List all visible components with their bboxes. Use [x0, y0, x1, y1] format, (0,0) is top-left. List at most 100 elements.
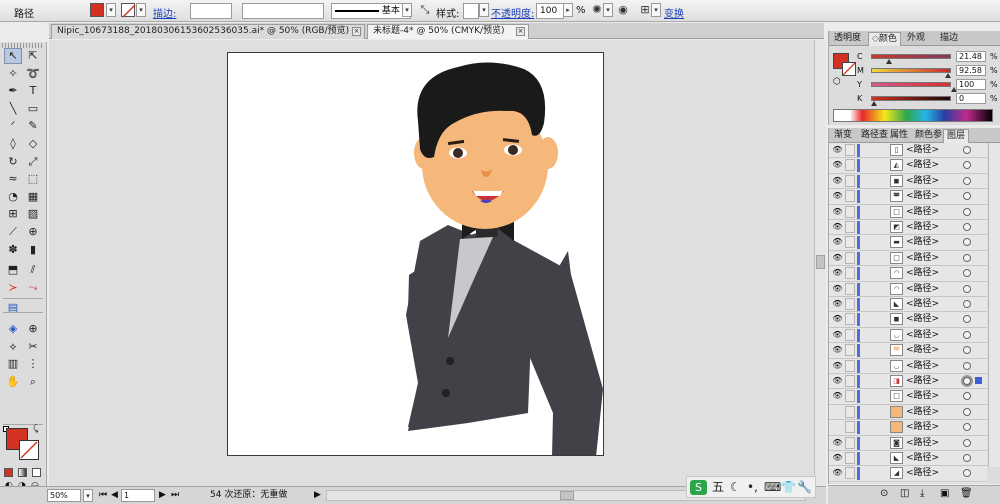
- lock-toggle[interactable]: [845, 144, 855, 156]
- paintbrush-tool[interactable]: ᐟ: [4, 118, 22, 134]
- last-artboard-icon[interactable]: ⏭: [171, 490, 179, 501]
- hand-tool[interactable]: ✋: [4, 374, 22, 390]
- brush-definition-field[interactable]: 基本: [331, 3, 411, 19]
- tab-layers[interactable]: 图层: [943, 129, 970, 143]
- recolor-dropdown[interactable]: ▾: [603, 3, 613, 17]
- blend-tool[interactable]: ⊕: [24, 224, 42, 240]
- target-circle-icon[interactable]: [963, 176, 971, 185]
- doc-tab-2[interactable]: 未标题-4* @ 50% (CMYK/预览) ×: [367, 24, 529, 39]
- gradient-tool[interactable]: ▨: [24, 206, 42, 222]
- lock-toggle[interactable]: [845, 390, 855, 403]
- layer-name[interactable]: <路径>: [906, 190, 939, 203]
- yellow-slider[interactable]: [871, 82, 951, 87]
- selection-tool[interactable]: ↖: [4, 48, 22, 64]
- tab-color-guide[interactable]: 颜色参: [912, 129, 945, 143]
- canvas-vertical-scrollbar[interactable]: [814, 40, 826, 486]
- ime-mode-label[interactable]: 五: [712, 480, 724, 495]
- zoom-dropdown[interactable]: ▾: [83, 489, 93, 502]
- magenta-slider[interactable]: [871, 68, 951, 73]
- layer-name[interactable]: <路径>: [906, 236, 939, 249]
- lock-toggle[interactable]: [845, 236, 855, 249]
- layer-name[interactable]: <路径>: [906, 390, 939, 403]
- layer-name[interactable]: <路径>: [906, 252, 939, 265]
- target-circle-icon[interactable]: [963, 192, 971, 201]
- visibility-eye-icon[interactable]: 👁: [832, 376, 843, 386]
- layer-row[interactable]: 👁 ◡ <路径>: [829, 359, 987, 374]
- make-clipping-mask-icon[interactable]: ◫: [900, 488, 909, 499]
- variable-width-profile[interactable]: [242, 3, 324, 19]
- tab-color[interactable]: ◇颜色: [868, 32, 901, 46]
- shape-builder-tool[interactable]: ◔: [4, 189, 22, 205]
- slider-thumb[interactable]: [871, 101, 877, 106]
- magic-wand-tool[interactable]: ✧: [4, 66, 22, 82]
- delete-layer-icon[interactable]: 🗑: [960, 488, 973, 499]
- free-transform-tool[interactable]: ⬚: [24, 171, 42, 187]
- color-mode-button[interactable]: [4, 468, 13, 477]
- target-circle-icon[interactable]: [963, 407, 971, 416]
- layer-name[interactable]: <路径>: [906, 360, 939, 373]
- opacity-panel-link[interactable]: 不透明度:: [491, 5, 534, 21]
- target-circle-icon[interactable]: [963, 238, 971, 247]
- layer-row[interactable]: 👁 □ <路径>: [829, 251, 987, 267]
- layer-row[interactable]: 👁 ◣ <路径>: [829, 451, 987, 467]
- fill-swatch[interactable]: [90, 3, 104, 17]
- rectangle-tool[interactable]: ▭: [24, 101, 42, 117]
- layer-row[interactable]: 👁 ◠ <路径>: [829, 282, 987, 297]
- layer-row[interactable]: 👁 ◚ <路径>: [829, 189, 987, 205]
- slider-thumb[interactable]: [886, 59, 892, 64]
- layer-name[interactable]: <路径>: [906, 206, 939, 219]
- visibility-eye-icon[interactable]: 👁: [832, 160, 843, 170]
- scale-tool[interactable]: ⤢: [24, 154, 42, 170]
- black-value[interactable]: 0: [956, 93, 986, 104]
- flip-icon[interactable]: ⤡: [418, 3, 432, 17]
- new-sublayer-icon[interactable]: ⤓: [920, 488, 924, 499]
- lock-toggle[interactable]: [845, 282, 855, 295]
- canvas-area[interactable]: [49, 40, 814, 486]
- swap-colors-icon[interactable]: ⤹: [33, 424, 38, 434]
- type-tool[interactable]: T: [24, 83, 42, 99]
- black-slider[interactable]: [871, 96, 951, 101]
- opacity-dropdown[interactable]: ▸: [563, 3, 573, 17]
- align-panel-icon[interactable]: ⊞: [638, 3, 652, 17]
- rotate-tool[interactable]: ↻: [4, 154, 22, 170]
- cyan-value[interactable]: 21.48: [956, 51, 986, 62]
- artboard[interactable]: [227, 52, 604, 456]
- eyedropper-tool[interactable]: ⟋: [4, 224, 22, 240]
- wrench-icon[interactable]: 🔧: [797, 480, 812, 495]
- lock-toggle[interactable]: [845, 298, 855, 310]
- warp-tool[interactable]: ≈: [4, 171, 22, 187]
- layer-name[interactable]: <路径>: [906, 344, 939, 357]
- target-circle-icon[interactable]: [963, 146, 971, 154]
- chart-tool[interactable]: ▥: [4, 356, 22, 372]
- layer-row[interactable]: 👁 ◨ <路径>: [829, 374, 987, 390]
- lock-toggle[interactable]: [845, 313, 855, 326]
- target-circle-icon[interactable]: [963, 423, 971, 432]
- target-circle-icon[interactable]: [963, 392, 971, 401]
- lock-toggle[interactable]: [845, 190, 855, 203]
- target-circle-icon[interactable]: [963, 454, 971, 462]
- layer-name[interactable]: <路径>: [906, 298, 939, 311]
- layer-name[interactable]: <路径>: [906, 406, 939, 419]
- layer-name[interactable]: <路径>: [906, 221, 939, 234]
- layer-row[interactable]: 👁 ◼ <路径>: [829, 312, 987, 328]
- layer-name[interactable]: <路径>: [906, 375, 939, 388]
- scroll-thumb[interactable]: [816, 255, 825, 269]
- lock-toggle[interactable]: [845, 359, 855, 372]
- yellow-value[interactable]: 100: [956, 79, 986, 90]
- style-dropdown[interactable]: ▾: [479, 3, 489, 17]
- layer-name[interactable]: <路径>: [906, 283, 939, 296]
- visibility-eye-icon[interactable]: 👁: [832, 191, 843, 201]
- layer-row[interactable]: 👁 ◡ <路径>: [829, 328, 987, 344]
- transform-panel-link[interactable]: 变换: [664, 5, 684, 21]
- lock-toggle[interactable]: [845, 405, 855, 418]
- layer-name[interactable]: <路径>: [906, 313, 939, 326]
- symbol-sprayer-tool[interactable]: ✽: [4, 242, 22, 258]
- layer-row[interactable]: 👁 ◚ <路径>: [829, 343, 987, 359]
- target-circle-icon[interactable]: [963, 269, 971, 278]
- sogou-logo-icon[interactable]: S: [690, 480, 707, 495]
- visibility-eye-icon[interactable]: 👁: [832, 314, 843, 324]
- visibility-eye-icon[interactable]: 👁: [832, 453, 843, 463]
- target-circle-icon[interactable]: [963, 207, 971, 216]
- locate-object-icon[interactable]: ⊙: [880, 488, 888, 499]
- status-menu-icon[interactable]: ▶: [314, 490, 321, 501]
